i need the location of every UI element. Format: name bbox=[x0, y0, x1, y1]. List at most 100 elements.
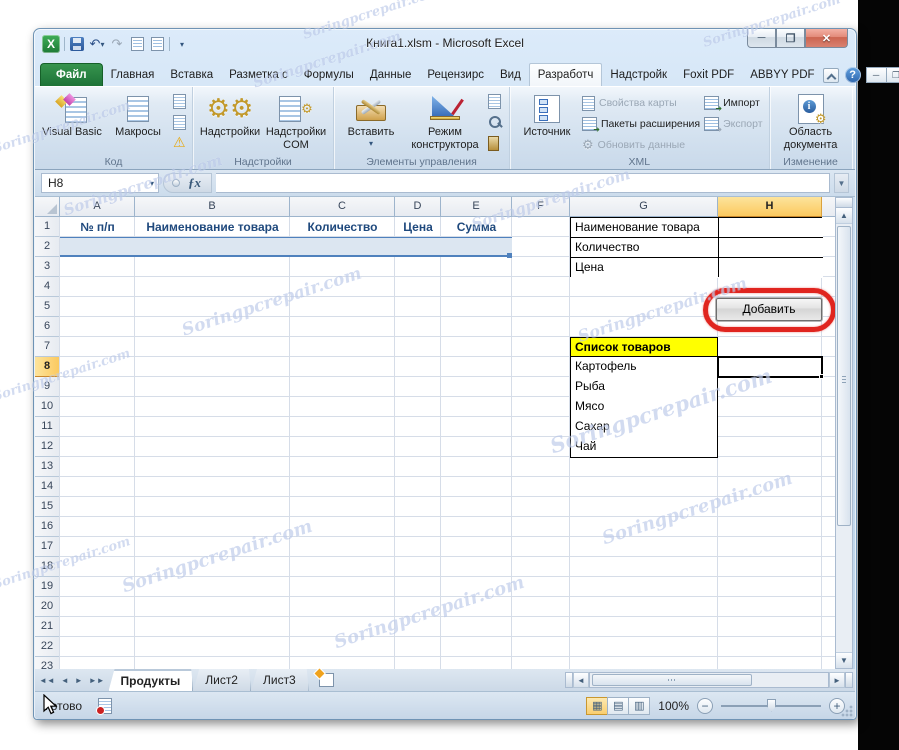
row-header-7[interactable]: 7 bbox=[35, 337, 60, 357]
insert-sheet-button[interactable] bbox=[309, 669, 344, 691]
tab-вид[interactable]: Вид bbox=[492, 64, 529, 86]
workbook-minimize-button[interactable]: ─ bbox=[866, 67, 887, 83]
list-item-cell[interactable]: Сахар bbox=[570, 417, 718, 438]
cell-grid[interactable]: 1234567891011121314151617181920212223 № … bbox=[35, 217, 836, 669]
scrollbar-thumb[interactable] bbox=[837, 226, 851, 526]
minimize-button[interactable]: ─ bbox=[747, 29, 776, 48]
row-header-9[interactable]: 9 bbox=[35, 377, 60, 397]
form-input-cell[interactable] bbox=[719, 258, 823, 278]
zoom-slider-thumb[interactable] bbox=[767, 699, 776, 712]
list-item-cell[interactable]: Мясо bbox=[570, 397, 718, 418]
first-sheet-icon[interactable]: ◄◄ bbox=[39, 676, 55, 685]
tab-split-handle[interactable] bbox=[565, 672, 573, 688]
vertical-scrollbar[interactable]: ▲ ▼ bbox=[835, 197, 853, 669]
name-box[interactable]: H8▾ bbox=[41, 173, 159, 193]
form-label-cell[interactable]: Количество bbox=[571, 238, 718, 258]
tab-abbyy-pdf[interactable]: ABBYY PDF bbox=[742, 64, 822, 86]
record-macro-icon[interactable] bbox=[98, 698, 112, 714]
tab-разработч[interactable]: Разработч bbox=[529, 63, 603, 86]
row-header-13[interactable]: 13 bbox=[35, 457, 60, 477]
row-header-16[interactable]: 16 bbox=[35, 517, 60, 537]
scroll-right-icon[interactable]: ► bbox=[829, 672, 845, 688]
zoom-out-button[interactable]: − bbox=[697, 698, 713, 714]
table-input-row[interactable] bbox=[60, 237, 512, 257]
scroll-down-icon[interactable]: ▼ bbox=[836, 652, 852, 668]
horizontal-scrollbar[interactable]: ◄ ► bbox=[565, 669, 855, 691]
header-cell-E1[interactable]: Сумма bbox=[441, 217, 512, 237]
header-cell-D1[interactable]: Цена bbox=[395, 217, 441, 237]
sheet-tab-лист2[interactable]: Лист2 bbox=[193, 669, 251, 691]
column-header-B[interactable]: B bbox=[135, 197, 290, 217]
list-item-cell[interactable]: Картофель bbox=[570, 357, 718, 378]
tab-рецензирс[interactable]: Рецензирс bbox=[419, 64, 492, 86]
help-icon[interactable]: ? bbox=[845, 67, 861, 83]
import-button[interactable]: Импорт bbox=[704, 94, 762, 112]
row-header-14[interactable]: 14 bbox=[35, 477, 60, 497]
restore-button[interactable]: ❐ bbox=[776, 29, 805, 48]
tab-файл[interactable]: Файл bbox=[40, 63, 103, 86]
sheet-tab-лист3[interactable]: Лист3 bbox=[251, 669, 309, 691]
export-button[interactable]: Экспорт bbox=[704, 115, 762, 133]
next-sheet-icon[interactable]: ► bbox=[75, 676, 83, 685]
column-header-H[interactable]: H bbox=[718, 197, 822, 217]
column-header-G[interactable]: G bbox=[570, 197, 718, 217]
form-input-cell[interactable] bbox=[719, 218, 823, 238]
addins-button[interactable]: ⚙⚙ Надстройки bbox=[197, 90, 263, 139]
row-header-18[interactable]: 18 bbox=[35, 557, 60, 577]
map-properties-button[interactable]: Свойства карты bbox=[582, 94, 700, 112]
relative-references-button[interactable] bbox=[173, 113, 186, 131]
header-cell-C1[interactable]: Количество bbox=[290, 217, 395, 237]
row-header-23[interactable]: 23 bbox=[35, 657, 60, 669]
form-label-cell[interactable]: Наименование товара bbox=[571, 218, 718, 238]
form-input-cell[interactable] bbox=[719, 238, 823, 258]
tab-формулы[interactable]: Формулы bbox=[296, 64, 362, 86]
split-handle[interactable] bbox=[845, 672, 853, 688]
list-item-cell[interactable]: Рыба bbox=[570, 377, 718, 398]
row-header-3[interactable]: 3 bbox=[35, 257, 60, 277]
scrollbar-track[interactable] bbox=[589, 672, 829, 688]
properties-button[interactable] bbox=[488, 92, 503, 110]
row-header-4[interactable]: 4 bbox=[35, 277, 60, 297]
page-break-view-button[interactable]: ▥ bbox=[628, 697, 650, 715]
design-mode-button[interactable]: Режим конструктора bbox=[404, 90, 486, 151]
row-header-2[interactable]: 2 bbox=[35, 237, 60, 257]
row-header-5[interactable]: 5 bbox=[35, 297, 60, 317]
run-dialog-button[interactable] bbox=[488, 134, 503, 152]
column-header-E[interactable]: E bbox=[441, 197, 512, 217]
column-header-C[interactable]: C bbox=[290, 197, 395, 217]
split-handle[interactable] bbox=[836, 198, 852, 208]
tab-разметка-с[interactable]: Разметка с bbox=[221, 64, 296, 86]
header-cell-B1[interactable]: Наименование товара bbox=[135, 217, 290, 237]
prev-sheet-icon[interactable]: ◄ bbox=[61, 676, 69, 685]
formula-input[interactable] bbox=[216, 173, 830, 193]
last-sheet-icon[interactable]: ►► bbox=[89, 676, 105, 685]
scroll-up-icon[interactable]: ▲ bbox=[836, 208, 852, 224]
form-label-cell[interactable]: Цена bbox=[571, 258, 718, 278]
macro-security-button[interactable]: ⚠ bbox=[173, 134, 186, 152]
column-header-D[interactable]: D bbox=[395, 197, 441, 217]
refresh-data-button[interactable]: ⚙Обновить данные bbox=[582, 136, 700, 154]
tab-данные[interactable]: Данные bbox=[362, 64, 420, 86]
column-header-F[interactable]: F bbox=[512, 197, 570, 217]
scrollbar-thumb[interactable] bbox=[592, 674, 752, 686]
macros-button[interactable]: Макросы bbox=[105, 90, 171, 139]
fill-handle[interactable] bbox=[819, 374, 824, 379]
list-item-cell[interactable]: Чай bbox=[570, 437, 718, 458]
tab-надстройк[interactable]: Надстройк bbox=[602, 64, 675, 86]
resize-grip[interactable] bbox=[841, 705, 853, 717]
row-header-22[interactable]: 22 bbox=[35, 637, 60, 657]
row-header-21[interactable]: 21 bbox=[35, 617, 60, 637]
row-header-12[interactable]: 12 bbox=[35, 437, 60, 457]
document-panel-button[interactable]: i⚙ Область документа bbox=[774, 90, 848, 151]
row-header-19[interactable]: 19 bbox=[35, 577, 60, 597]
view-code-button[interactable] bbox=[488, 113, 503, 131]
row-header-20[interactable]: 20 bbox=[35, 597, 60, 617]
row-header-8[interactable]: 8 bbox=[35, 357, 60, 377]
close-button[interactable]: ✕ bbox=[805, 29, 848, 48]
record-macro-button[interactable] bbox=[173, 92, 186, 110]
zoom-slider[interactable] bbox=[721, 705, 821, 707]
tab-вставка[interactable]: Вставка bbox=[162, 64, 221, 86]
row-header-15[interactable]: 15 bbox=[35, 497, 60, 517]
sheet-tab-продукты[interactable]: Продукты bbox=[109, 669, 194, 691]
expansion-packs-button[interactable]: Пакеты расширения bbox=[582, 115, 700, 133]
